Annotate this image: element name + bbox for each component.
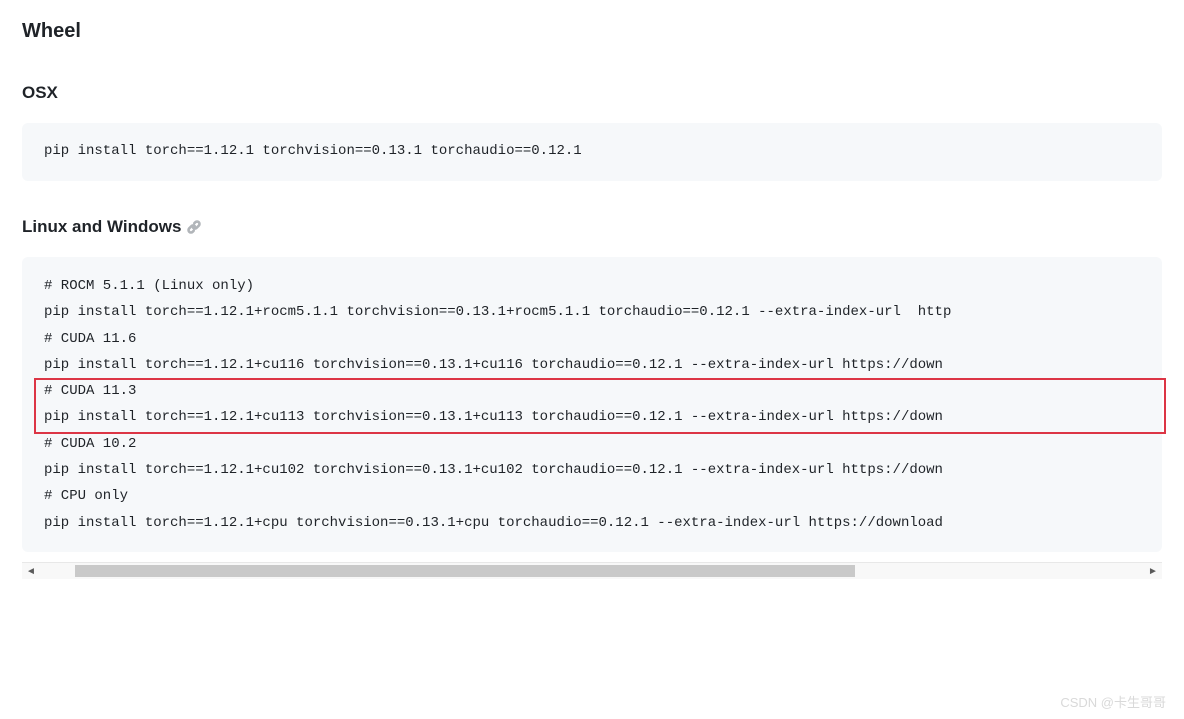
watermark-text: CSDN @卡生哥哥 (1060, 692, 1166, 711)
osx-heading: OSX (22, 83, 1162, 103)
scroll-right-arrow-icon[interactable]: ► (1144, 563, 1162, 580)
osx-heading-text: OSX (22, 83, 58, 103)
osx-code-block[interactable]: pip install torch==1.12.1 torchvision==0… (22, 123, 1162, 181)
link-icon[interactable] (187, 220, 201, 234)
horizontal-scrollbar[interactable]: ◄ ► (22, 562, 1162, 579)
scrollbar-thumb[interactable] (75, 565, 855, 577)
wheel-heading: Wheel (22, 20, 1162, 43)
linux-windows-heading: Linux and Windows (22, 217, 1162, 237)
scroll-left-arrow-icon[interactable]: ◄ (22, 563, 40, 580)
linux-windows-code-block[interactable]: # ROCM 5.1.1 (Linux only) pip install to… (22, 257, 1162, 552)
linux-windows-code-wrapper: # ROCM 5.1.1 (Linux only) pip install to… (22, 257, 1162, 552)
linux-windows-heading-text: Linux and Windows (22, 217, 181, 237)
